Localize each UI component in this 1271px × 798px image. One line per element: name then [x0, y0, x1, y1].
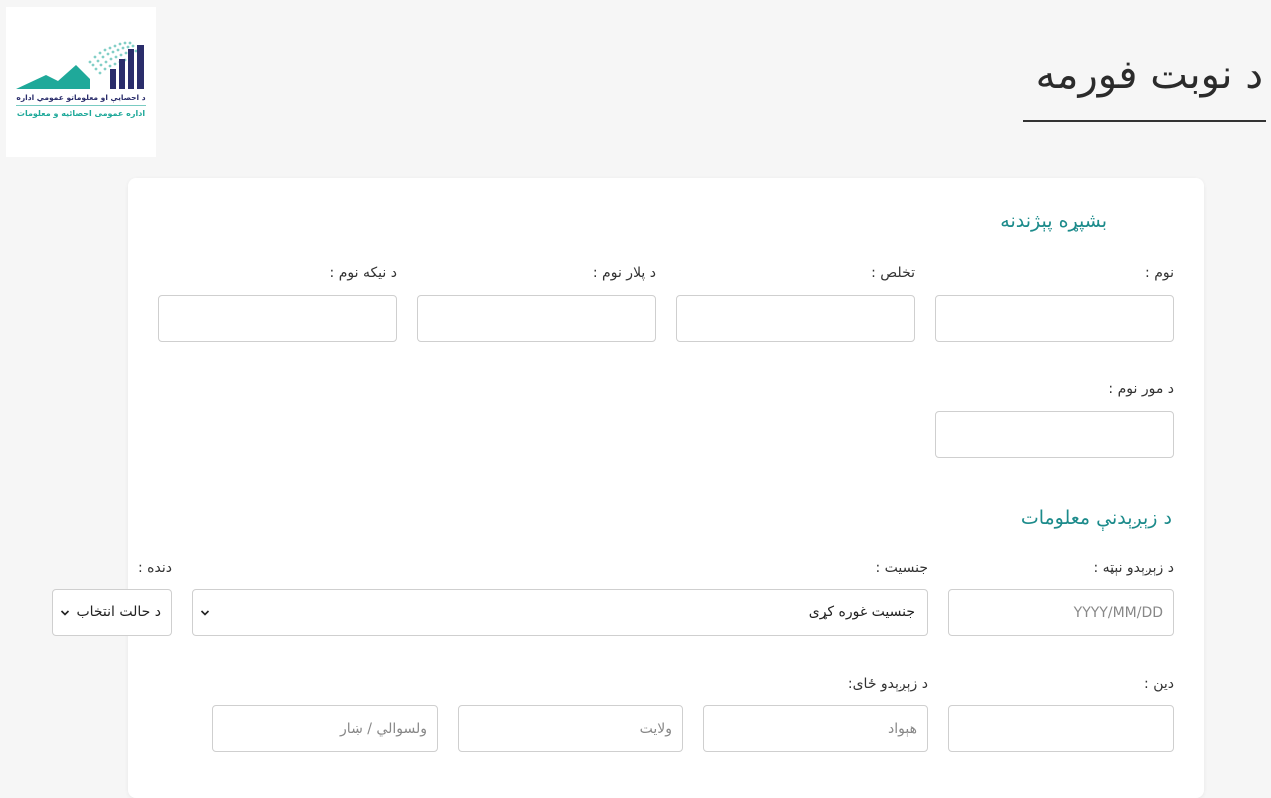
status-select-value: د حالت انتخاب — [76, 604, 161, 620]
section-title-birth: د زېږېدنې معلومات — [1020, 507, 1172, 529]
logo-text-pashto: د احصایې او معلوماتو عمومي اداره — [16, 93, 146, 102]
mother-name-label: د مور نوم : — [1108, 381, 1174, 397]
gender-label: جنسیت : — [875, 560, 928, 576]
form-card: بشپړه پېژندنه نوم : تخلص : د پلار نوم : … — [52, 178, 1204, 798]
birth-date-label: د زېږېدو نېټه : — [1093, 560, 1174, 576]
status-select[interactable]: د حالت انتخاب — [52, 589, 172, 636]
logo-graphic-icon — [16, 41, 146, 106]
title-underline — [1023, 120, 1266, 122]
chevron-down-icon — [60, 610, 70, 616]
last-name-input[interactable] — [676, 295, 915, 342]
birth-district-input[interactable] — [212, 705, 438, 752]
last-name-label: تخلص : — [871, 265, 915, 281]
religion-label: دین : — [1144, 676, 1174, 692]
first-name-input[interactable] — [935, 295, 1174, 342]
birth-date-input[interactable] — [948, 589, 1174, 636]
organization-logo: د احصایې او معلوماتو عمومي اداره اداره ع… — [6, 7, 156, 157]
marital-status-label: دنده : — [138, 560, 172, 576]
mother-name-input[interactable] — [935, 411, 1174, 458]
first-name-label: نوم : — [1145, 265, 1174, 281]
grandfather-name-input[interactable] — [158, 295, 397, 342]
section-title-identity: بشپړه پېژندنه — [1000, 210, 1107, 232]
page-title: د نوبت فورمه — [1035, 52, 1263, 98]
birth-province-input[interactable] — [458, 705, 683, 752]
birth-place-label: د زېږېدو ځای: — [847, 676, 928, 692]
logo-text-dari: اداره عمومی احصائیه و معلومات — [16, 109, 146, 118]
gender-select[interactable]: جنسیت غوره کړی — [192, 589, 928, 636]
birth-country-input[interactable] — [703, 705, 928, 752]
father-name-input[interactable] — [417, 295, 656, 342]
religion-input[interactable] — [948, 705, 1174, 752]
gender-select-value: جنسیت غوره کړی — [808, 604, 915, 620]
grandfather-name-label: د نیکه نوم : — [329, 265, 397, 281]
chevron-down-icon — [200, 610, 210, 616]
father-name-label: د پلار نوم : — [592, 265, 656, 281]
